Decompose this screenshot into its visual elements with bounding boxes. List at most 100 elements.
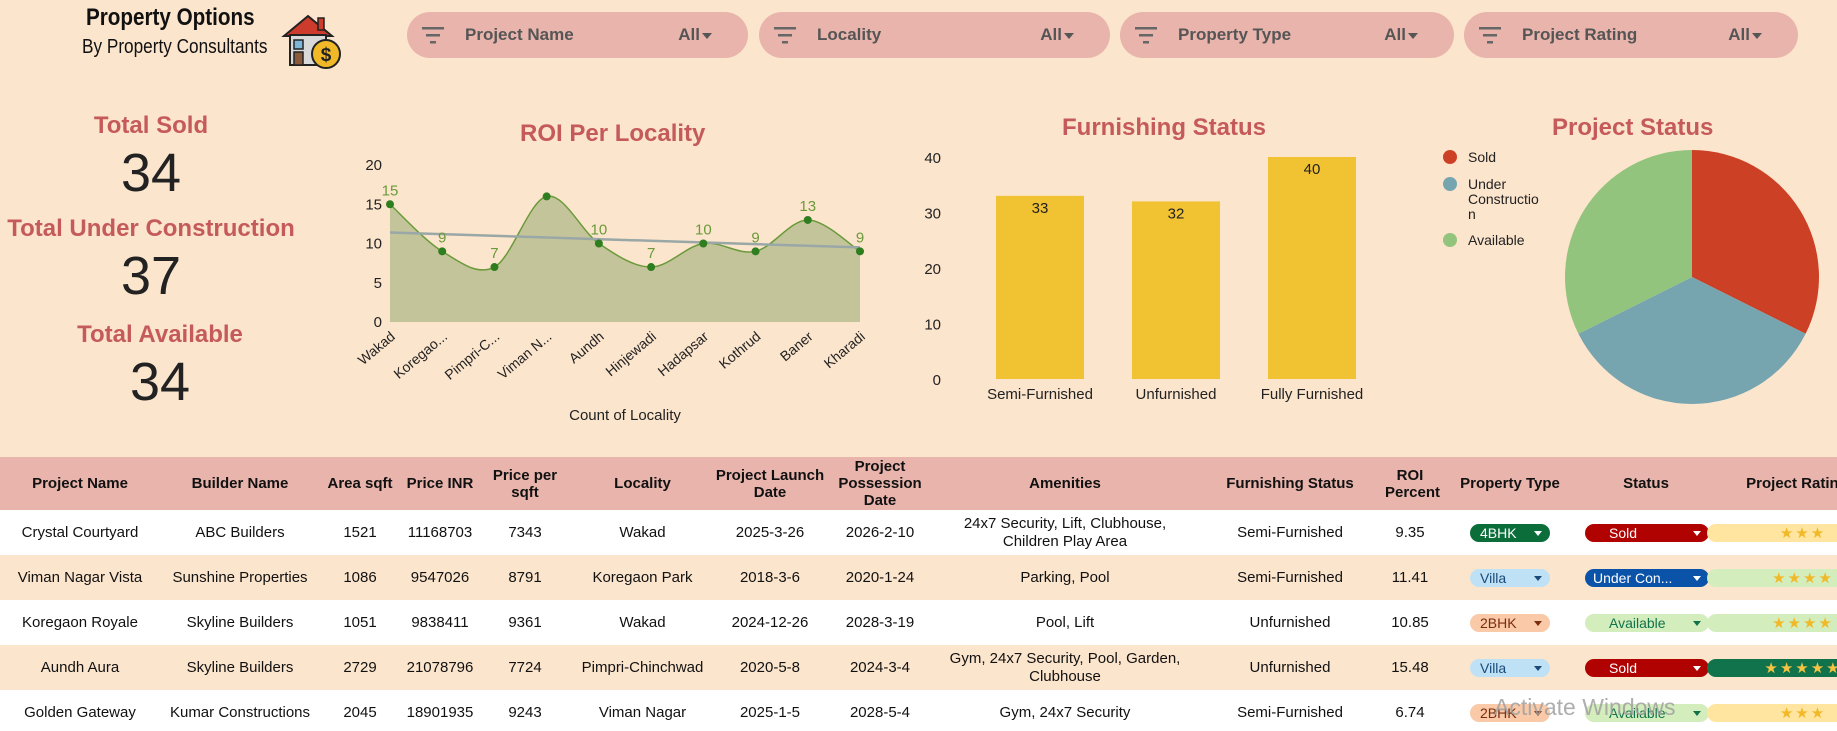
column-header[interactable]: Project Launch Date bbox=[715, 457, 825, 510]
table-cell-furnishing: Semi-Furnished bbox=[1195, 555, 1385, 600]
project-status-chart-title: Project Status bbox=[1552, 114, 1714, 141]
table-cell-project: Crystal Courtyard bbox=[0, 510, 160, 555]
column-header[interactable]: Furnishing Status bbox=[1195, 457, 1385, 510]
column-header[interactable]: Project Possession Date bbox=[825, 457, 935, 510]
kpi-available-value: 34 bbox=[129, 352, 191, 412]
chevron-down-icon[interactable] bbox=[1534, 530, 1542, 536]
rating-dropdown[interactable]: ★★★★ bbox=[1707, 568, 1837, 587]
table-cell-type: Villa bbox=[1435, 555, 1585, 600]
roi-data-point bbox=[594, 239, 603, 248]
table-cell-builder: Skyline Builders bbox=[160, 600, 320, 645]
filter-value[interactable]: All bbox=[1384, 25, 1406, 45]
property-type-dropdown[interactable]: 4BHK bbox=[1470, 523, 1550, 542]
brand: Property Options By Property Consultants… bbox=[60, 2, 360, 72]
rating-dropdown[interactable]: ★★★★ bbox=[1707, 613, 1837, 632]
table-cell-furnishing: Semi-Furnished bbox=[1195, 690, 1385, 731]
filter-property-type[interactable]: Property Type All bbox=[1120, 12, 1454, 58]
house-money-icon: $ bbox=[281, 14, 341, 69]
status-dropdown[interactable]: Under Con... bbox=[1585, 568, 1709, 587]
star-rating-icon: ★★★★ bbox=[1772, 569, 1834, 587]
chevron-down-icon[interactable] bbox=[702, 33, 712, 39]
chevron-down-icon[interactable] bbox=[1693, 575, 1701, 581]
table-cell-builder: Skyline Builders bbox=[160, 645, 320, 690]
filter-project-rating[interactable]: Project Rating All bbox=[1464, 12, 1798, 58]
filter-project-name[interactable]: Project Name All bbox=[407, 12, 748, 58]
table-cell-rating: ★★★★ bbox=[1707, 600, 1837, 645]
chevron-down-icon[interactable] bbox=[1534, 620, 1542, 626]
table-cell-launch: 2018-3-6 bbox=[715, 555, 825, 600]
column-header[interactable]: Amenities bbox=[935, 457, 1195, 510]
chevron-down-icon[interactable] bbox=[1693, 620, 1701, 626]
status-dropdown[interactable]: Sold bbox=[1585, 658, 1709, 677]
chevron-down-icon[interactable] bbox=[1693, 530, 1701, 536]
x-tick-label: Unfurnished bbox=[1136, 386, 1217, 403]
chevron-down-icon[interactable] bbox=[1693, 710, 1701, 716]
table-cell-amenities: Parking, Pool bbox=[935, 555, 1195, 600]
roi-data-label: 10 bbox=[591, 222, 608, 239]
furnishing-status-chart: 0 10 20 30 40 33 Semi-Furnished 32 Unfurnished 40… bbox=[924, 150, 1363, 403]
chevron-down-icon[interactable] bbox=[1752, 33, 1762, 39]
x-tick-label: Hadapsar bbox=[654, 328, 711, 379]
status-dropdown[interactable]: Sold bbox=[1585, 523, 1709, 542]
y-tick-label: 0 bbox=[933, 372, 941, 389]
status-dropdown[interactable]: Available bbox=[1585, 613, 1709, 632]
kpi-under-construction-value: 37 bbox=[120, 246, 182, 306]
rating-dropdown[interactable]: ★★★★★ bbox=[1707, 658, 1837, 677]
chevron-down-icon[interactable] bbox=[1534, 665, 1542, 671]
table-row[interactable]: Koregaon Royale Skyline Builders 1051 98384… bbox=[0, 600, 1837, 645]
furnishing-bar bbox=[1132, 201, 1220, 379]
filter-value[interactable]: All bbox=[678, 25, 700, 45]
y-tick-label: 30 bbox=[924, 206, 941, 223]
table-cell-area: 1051 bbox=[320, 600, 400, 645]
column-header[interactable]: ROI Percent bbox=[1385, 457, 1440, 510]
column-header[interactable]: Project Rating bbox=[1707, 457, 1837, 510]
table-cell-builder: Sunshine Properties bbox=[160, 555, 320, 600]
table-cell-roi: 9.35 bbox=[1385, 510, 1435, 555]
chevron-down-icon[interactable] bbox=[1408, 33, 1418, 39]
y-tick-label: 0 bbox=[374, 314, 382, 331]
filter-label: Project Name bbox=[465, 25, 574, 44]
chevron-down-icon[interactable] bbox=[1064, 33, 1074, 39]
property-type-dropdown[interactable]: 2BHK bbox=[1470, 613, 1550, 632]
dashboard-subtitle: By Property Consultants bbox=[82, 36, 268, 58]
status-value: Under Con... bbox=[1593, 569, 1673, 586]
table-cell-roi: 6.74 bbox=[1385, 690, 1435, 731]
table-cell-status: Sold bbox=[1585, 645, 1709, 690]
property-type-dropdown[interactable]: Villa bbox=[1470, 658, 1550, 677]
furnishing-chart-title: Furnishing Status bbox=[1062, 114, 1266, 141]
table-cell-ppsf: 9361 bbox=[480, 600, 570, 645]
table-cell-status: Under Con... bbox=[1585, 555, 1709, 600]
column-header[interactable]: Locality bbox=[570, 457, 715, 510]
bar-data-label: 33 bbox=[1032, 200, 1049, 217]
column-header[interactable]: Project Name bbox=[0, 457, 160, 510]
chevron-down-icon[interactable] bbox=[1693, 665, 1701, 671]
property-type-dropdown[interactable]: Villa bbox=[1470, 568, 1550, 587]
x-tick-label: Semi-Furnished bbox=[987, 386, 1093, 403]
column-header[interactable]: Price per sqft bbox=[480, 457, 570, 510]
column-header[interactable]: Status bbox=[1585, 457, 1707, 510]
roi-data-point bbox=[803, 215, 812, 224]
chevron-down-icon[interactable] bbox=[1534, 575, 1542, 581]
projects-table: Project Name Builder Name Area sqft Price I… bbox=[0, 457, 1837, 731]
column-header[interactable]: Builder Name bbox=[160, 457, 320, 510]
table-cell-possession: 2026-2-10 bbox=[825, 510, 935, 555]
rating-dropdown[interactable]: ★★★ bbox=[1707, 703, 1837, 722]
column-header[interactable]: Price INR bbox=[400, 457, 480, 510]
column-header[interactable]: Area sqft bbox=[320, 457, 400, 510]
table-row[interactable]: Aundh Aura Skyline Builders 2729 21078796 77… bbox=[0, 645, 1837, 690]
table-cell-area: 1521 bbox=[320, 510, 400, 555]
table-cell-price: 9547026 bbox=[400, 555, 480, 600]
rating-dropdown[interactable]: ★★★ bbox=[1707, 523, 1837, 542]
table-cell-amenities: 24x7 Security, Lift, Clubhouse, Children… bbox=[935, 510, 1195, 555]
filter-value[interactable]: All bbox=[1728, 25, 1750, 45]
kpi-sold-label: Total Sold bbox=[93, 112, 209, 139]
filter-locality[interactable]: Locality All bbox=[759, 12, 1110, 58]
column-header[interactable]: Property Type bbox=[1435, 457, 1585, 510]
property-type-value: 2BHK bbox=[1480, 614, 1517, 631]
roi-data-label: 7 bbox=[647, 245, 655, 262]
filter-value[interactable]: All bbox=[1040, 25, 1062, 45]
table-header: Project Name Builder Name Area sqft Price I… bbox=[0, 457, 1837, 510]
dashboard: Property Options By Property Consultants… bbox=[0, 0, 1837, 731]
table-row[interactable]: Crystal Courtyard ABC Builders 1521 1116870… bbox=[0, 510, 1837, 555]
table-row[interactable]: Viman Nagar Vista Sunshine Properties 1086… bbox=[0, 555, 1837, 600]
